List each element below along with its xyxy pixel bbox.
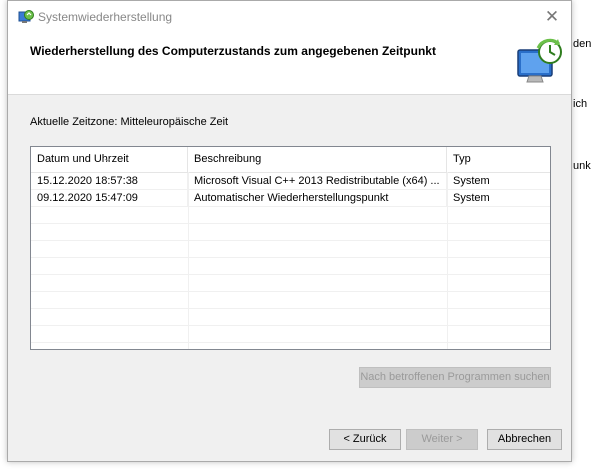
cell-date: 09.12.2020 15:47:09 (31, 190, 188, 207)
background-text-fragment: den (573, 38, 592, 50)
back-button[interactable]: < Zurück (329, 429, 401, 450)
empty-row (31, 292, 550, 309)
page-title: Wiederherstellung des Computerzustands z… (30, 44, 436, 58)
close-button[interactable]: ✕ (541, 7, 563, 27)
column-divider (188, 172, 189, 349)
empty-row (31, 241, 550, 258)
cancel-button[interactable]: Abbrechen (487, 429, 562, 450)
next-button[interactable]: Weiter > (406, 429, 478, 450)
background-text-fragment: unk (573, 160, 591, 172)
system-restore-monitor-icon (517, 38, 562, 83)
empty-row (31, 309, 550, 326)
cell-date: 15.12.2020 18:57:38 (31, 173, 188, 190)
window-title: Systemwiederherstellung (38, 10, 173, 24)
table-row[interactable]: 09.12.2020 15:47:09 Automatischer Wieder… (31, 190, 550, 207)
restore-points-table[interactable]: ⌄ Datum und Uhrzeit Beschreibung Typ 15.… (30, 146, 551, 350)
system-restore-dialog: Systemwiederherstellung ✕ Wiederherstell… (7, 0, 572, 462)
empty-row (31, 326, 550, 343)
cell-description: Microsoft Visual C++ 2013 Redistributabl… (188, 173, 447, 190)
timezone-label: Aktuelle Zeitzone: Mitteleuropäische Zei… (30, 116, 229, 128)
column-divider (447, 172, 448, 349)
column-header-date-label: Datum und Uhrzeit (37, 153, 129, 165)
cell-description: Automatischer Wiederherstellungspunkt (188, 190, 447, 207)
table-row[interactable]: 15.12.2020 18:57:38 Microsoft Visual C++… (31, 173, 550, 190)
column-header-type[interactable]: Typ (447, 147, 550, 172)
background-text-fragment: ich (573, 98, 588, 110)
column-header-description[interactable]: Beschreibung (188, 147, 447, 172)
empty-row (31, 275, 550, 292)
cell-type: System (453, 192, 490, 204)
cell-type: System (453, 175, 490, 187)
empty-row (31, 224, 550, 241)
column-header-date[interactable]: ⌄ Datum und Uhrzeit (31, 147, 188, 172)
table-header: ⌄ Datum und Uhrzeit Beschreibung Typ (31, 147, 550, 173)
empty-row (31, 258, 550, 275)
title-bar: Systemwiederherstellung ✕ (8, 1, 571, 33)
system-restore-icon (18, 10, 34, 23)
scan-affected-programs-button[interactable]: Nach betroffenen Programmen suchen (359, 367, 551, 388)
empty-row (31, 207, 550, 224)
wizard-header: Wiederherstellung des Computerzustands z… (8, 33, 571, 95)
sort-arrow-icon: ⌄ (101, 154, 113, 163)
